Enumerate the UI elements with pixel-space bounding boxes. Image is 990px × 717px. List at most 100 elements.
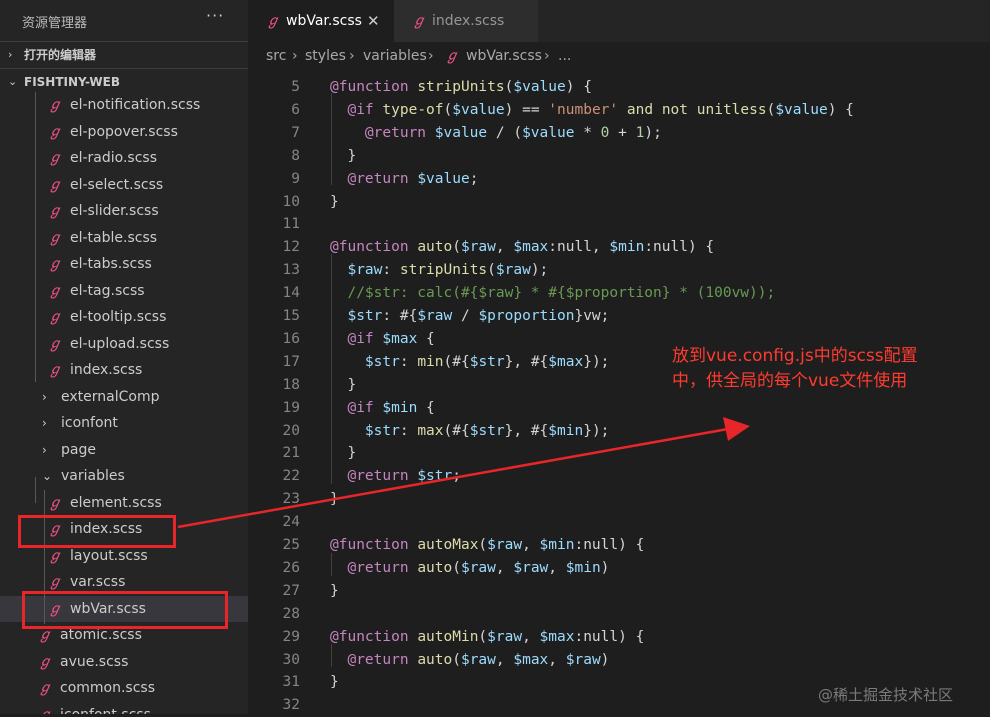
file-name: avue.scss [60, 653, 129, 670]
code-line: } [330, 376, 357, 393]
scss-file-icon: ℊ [48, 176, 62, 193]
file-name: el-upload.scss [70, 335, 170, 352]
more-actions-icon[interactable]: ··· [206, 6, 224, 25]
tab-index[interactable]: ℊ index.scss [394, 0, 538, 42]
breadcrumb-separator: › [428, 48, 434, 64]
code-line: } [330, 674, 339, 691]
breadcrumb-separator: › [544, 48, 550, 64]
folder-item[interactable]: ⌄ variables [0, 463, 248, 489]
file-item[interactable]: ℊ el-radio.scss [0, 145, 248, 171]
line-number: 22 [282, 468, 300, 485]
code-line: @return $value / ($value * 0 + 1); [364, 124, 662, 141]
tab-bar: ℊ wbVar.scss ✕ ℊ index.scss [248, 0, 990, 42]
scss-file-icon: ℊ [48, 150, 62, 166]
line-number: 24 [282, 514, 300, 531]
line-number: 16 [282, 330, 300, 347]
line-number: 18 [282, 376, 300, 393]
folder-item[interactable]: › page [0, 437, 248, 463]
file-name: iconfont.scss [60, 702, 151, 715]
file-item[interactable]: ℊ el-select.scss [0, 172, 248, 198]
file-item[interactable]: ℊ iconfont.scss [0, 702, 248, 715]
highlight-box-index [18, 515, 176, 548]
file-item[interactable]: ℊ element.scss [0, 490, 248, 516]
line-number: 9 [291, 170, 300, 187]
code-line: @function autoMin($raw, $max:null) { [330, 628, 645, 645]
line-number: 13 [282, 262, 300, 279]
watermark: @稀土掘金技术社区 [818, 686, 954, 704]
line-number: 6 [291, 101, 300, 118]
chevron-right-icon: › [42, 442, 47, 457]
breadcrumb-wbvar[interactable]: wbVar.scss [466, 42, 542, 70]
line-number: 10 [282, 193, 300, 210]
chevron-right-icon: › [42, 416, 47, 430]
code-line: @return $str; [347, 468, 461, 485]
breadcrumb-separator: › [349, 48, 355, 64]
tree-indent-guide [35, 92, 36, 382]
file-item[interactable]: ℊ avue.scss [0, 649, 248, 675]
file-name: el-table.scss [70, 229, 158, 246]
scss-file-icon: ℊ [48, 203, 62, 219]
file-item[interactable]: ℊ index.scss [0, 357, 248, 383]
file-item[interactable]: ℊ common.scss [0, 675, 248, 701]
code-line: @function stripUnits($value) { [330, 79, 592, 95]
file-name: element.scss [70, 494, 162, 511]
file-name: el-slider.scss [70, 203, 159, 219]
breadcrumb-more[interactable]: ... [558, 42, 571, 70]
folder-item[interactable]: › iconfont [0, 410, 248, 436]
line-number: 5 [291, 79, 300, 95]
code-line: @if type-of($value) == 'number' and not … [347, 101, 854, 118]
line-number: 31 [282, 674, 300, 691]
tree-indent-guide [35, 477, 36, 503]
file-item[interactable]: ℊ el-notification.scss [0, 92, 248, 118]
line-number: 26 [282, 559, 300, 576]
line-number: 19 [282, 399, 300, 416]
file-name: el-notification.scss [70, 97, 201, 113]
file-item[interactable]: ℊ el-upload.scss [0, 331, 248, 357]
breadcrumb-src[interactable]: src [266, 42, 286, 70]
scss-file-icon: ℊ [48, 97, 62, 113]
line-number: 30 [282, 651, 300, 668]
code-line: } [330, 193, 339, 210]
line-number: 15 [282, 308, 300, 324]
breadcrumb-styles[interactable]: styles [305, 42, 346, 70]
scss-file-icon: ℊ [48, 282, 62, 299]
code-line: //$str: calc(#{$raw} * #{$proportion} * … [347, 285, 776, 302]
line-number: 29 [282, 628, 300, 645]
scss-file-icon: ℊ [48, 335, 62, 352]
chevron-right-icon: › [8, 48, 13, 61]
scss-file-icon: ℊ [48, 123, 62, 140]
file-name: index.scss [70, 362, 143, 378]
close-icon[interactable]: ✕ [367, 0, 380, 42]
code-line: @return $value; [347, 170, 479, 187]
project-section[interactable]: ⌄ FISHTINY-WEB [0, 68, 248, 95]
file-name: el-radio.scss [70, 150, 158, 166]
annotation-line-1: 放到vue.config.js中的scss配置 [672, 346, 918, 366]
open-editors-section[interactable]: › 打开的编辑器 [0, 41, 248, 68]
code-line: } [330, 147, 357, 164]
file-item[interactable]: ℊ el-tabs.scss [0, 251, 248, 277]
scss-file-icon: ℊ [48, 494, 62, 511]
tab-wbvar[interactable]: ℊ wbVar.scss ✕ [248, 0, 394, 42]
line-number: 11 [282, 216, 300, 233]
scss-file-icon: ℊ [445, 48, 459, 64]
file-item[interactable]: ℊ el-tooltip.scss [0, 304, 248, 330]
line-number: 17 [282, 353, 300, 370]
file-item[interactable]: ℊ el-popover.scss [0, 119, 248, 145]
file-item[interactable]: ℊ el-table.scss [0, 225, 248, 251]
scss-file-icon: ℊ [38, 680, 52, 696]
open-editors-label: 打开的编辑器 [24, 48, 97, 62]
code-line: @return auto($raw, $max, $raw) [347, 651, 610, 668]
annotation-text: 放到vue.config.js中的scss配置 中，供全局的每个vue文件使用 [672, 344, 972, 394]
folder-item[interactable]: › externalComp [0, 384, 248, 410]
scss-file-icon: ℊ [48, 256, 62, 272]
line-number: 7 [291, 124, 300, 141]
breadcrumb-variables[interactable]: variables [363, 42, 427, 70]
file-item[interactable]: ℊ el-slider.scss [0, 198, 248, 224]
code-line: } [330, 582, 339, 599]
file-item[interactable]: ℊ el-tag.scss [0, 278, 248, 304]
code-line: $raw: stripUnits($raw); [347, 262, 549, 279]
file-name: el-select.scss [70, 176, 164, 193]
scss-file-icon: ℊ [48, 229, 62, 246]
line-number: 23 [282, 491, 300, 508]
file-name: common.scss [60, 680, 156, 696]
